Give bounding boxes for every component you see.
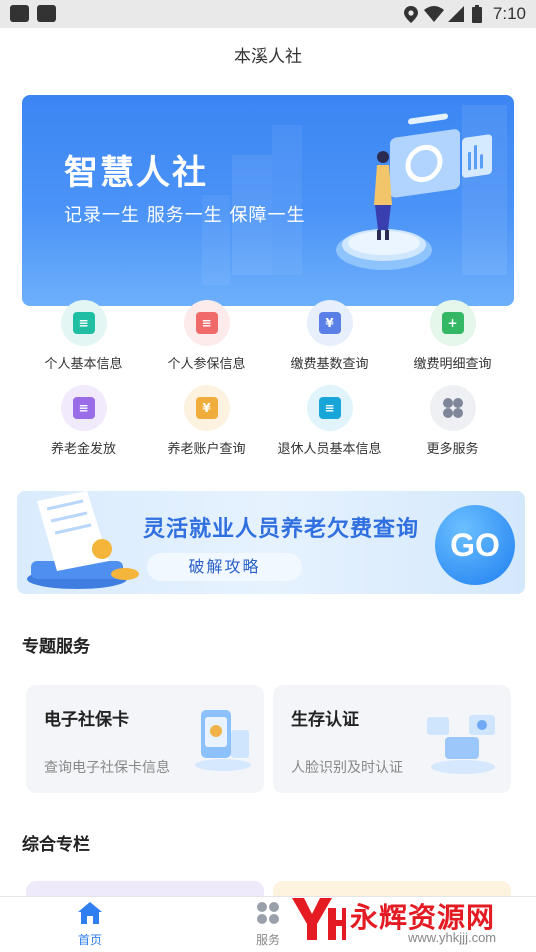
hero-banner[interactable]: 智慧人社 记录一生 服务一生 保障一生: [22, 95, 514, 306]
card-title: 生存认证: [291, 710, 359, 730]
retiree-icon: ≡: [306, 385, 353, 431]
banner-subtitle: 记录一生 服务一生 保障一生: [64, 205, 306, 226]
grid-item-label: 退休人员基本信息: [277, 442, 382, 457]
home-icon: [78, 902, 102, 924]
battery-icon: [472, 5, 482, 23]
grid-item-label: 养老账户查询: [167, 442, 246, 457]
id-card-icon: ≡: [60, 300, 107, 346]
section-title-topics: 专题服务: [22, 637, 90, 657]
section-title-column: 综合专栏: [22, 835, 90, 855]
promo-banner[interactable]: 灵活就业人员养老欠费查询 破解攻略 GO: [17, 491, 525, 594]
grid-item-label: 更多服务: [426, 442, 479, 457]
card-subtitle: 人脸识别及时认证: [291, 760, 403, 776]
services-icon: [257, 902, 279, 924]
promo-title: 灵活就业人员养老欠费查询: [143, 517, 420, 542]
tab-home[interactable]: 首页: [40, 901, 140, 948]
clock-time: 7:10: [492, 4, 526, 23]
grid-item-account[interactable]: ¥ 养老账户查询: [145, 385, 268, 457]
social-card-illustration: [195, 710, 251, 771]
grid-item-more[interactable]: 更多服务: [391, 385, 514, 457]
grid-item-pension[interactable]: ≡ 养老金发放: [22, 385, 145, 457]
receipt-illustration: [27, 491, 139, 589]
grid-item-personal-info[interactable]: ≡ 个人基本信息: [22, 300, 145, 372]
watermark: 永辉资源网 www.yhkjjj.com: [288, 890, 528, 952]
grid-item-label: 养老金发放: [50, 442, 116, 457]
document-icon: ≡: [183, 300, 230, 346]
grid-item-insurance-info[interactable]: ≡ 个人参保信息: [145, 300, 268, 372]
more-icon: [429, 385, 476, 431]
wifi-icon: [424, 6, 444, 22]
pension-icon: ≡: [60, 385, 107, 431]
face-auth-illustration: [427, 715, 495, 774]
grid-item-label: 个人参保信息: [167, 357, 246, 372]
card-e-social-card[interactable]: 电子社保卡 查询电子社保卡信息: [26, 685, 264, 793]
signal-icon: [448, 6, 464, 22]
grid-item-detail-query[interactable]: + 缴费明细查询: [391, 300, 514, 372]
grid-item-label: 缴费基数查询: [290, 357, 369, 372]
go-button[interactable]: GO: [435, 505, 515, 585]
status-bar: 7:10: [0, 0, 536, 28]
grid-item-label: 个人基本信息: [44, 357, 123, 372]
tab-label: 首页: [77, 933, 102, 947]
notification-icon: [37, 5, 56, 22]
account-icon: ¥: [183, 385, 230, 431]
card-subtitle: 查询电子社保卡信息: [44, 760, 170, 776]
location-icon: [404, 6, 418, 23]
plus-doc-icon: +: [429, 300, 476, 346]
page-title: 本溪人社: [234, 47, 302, 67]
grid-item-base-query[interactable]: ¥ 缴费基数查询: [268, 300, 391, 372]
watermark-url: www.yhkjjj.com: [408, 930, 497, 945]
banner-title: 智慧人社: [64, 153, 208, 193]
notification-icon: [10, 5, 29, 22]
card-survival-auth[interactable]: 生存认证 人脸识别及时认证: [273, 685, 511, 793]
card-title: 电子社保卡: [44, 710, 129, 730]
grid-item-label: 缴费明细查询: [413, 357, 492, 372]
yuan-doc-icon: ¥: [306, 300, 353, 346]
grid-item-retiree[interactable]: ≡ 退休人员基本信息: [268, 385, 391, 457]
promo-tips-button[interactable]: 破解攻略: [147, 553, 302, 581]
watermark-logo: [292, 898, 346, 940]
